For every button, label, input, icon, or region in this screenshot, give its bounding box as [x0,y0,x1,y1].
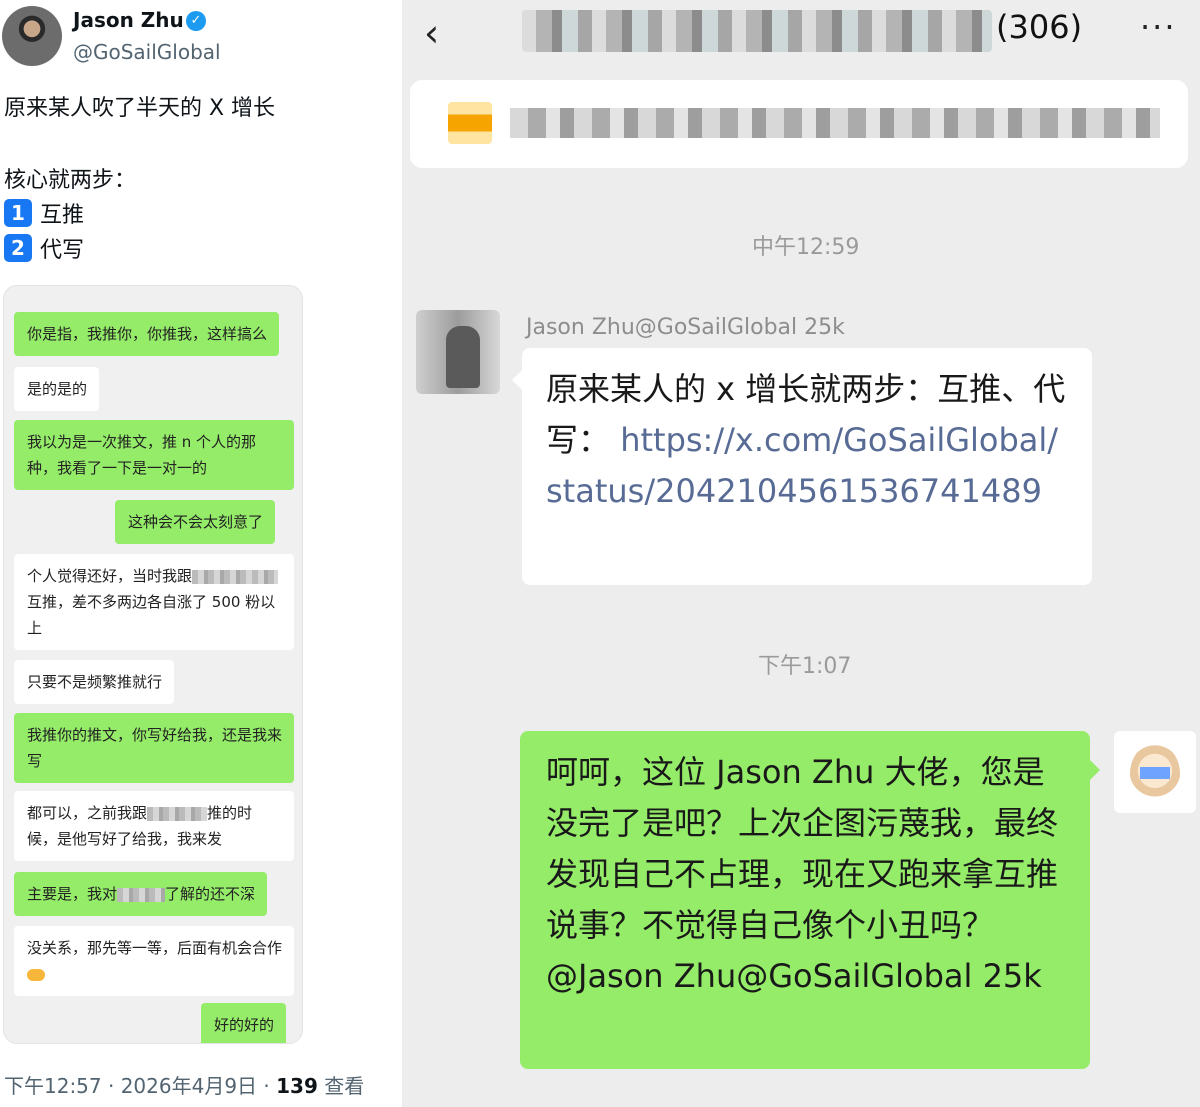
received-message-bubble[interactable]: 原来某人的 x 增长就两步：互推、代写： https://x.com/GoSai… [522,348,1092,585]
message-timestamp: 中午12:59 [752,235,860,260]
mask-icon [1140,767,1170,779]
chat-bubble-sent: 好的好的 [201,1003,287,1043]
author-avatar[interactable] [2,6,62,66]
pinned-message-bar[interactable] [410,80,1188,168]
view-count: 139 [276,1074,318,1098]
chat-screenshot-image[interactable]: 你是指，我推你，你推我，这样搞么 是的是的 我以为是一次推文，推 n 个人的那种… [3,285,303,1044]
more-options-icon[interactable]: ··· [1140,8,1177,46]
step-label: 互推 [40,203,85,228]
blurred-group-name [522,10,992,52]
chat-bubble-received: 都可以，之前我跟 推的时候，是他写好了给我，我来发 [14,791,294,861]
message-text: 了解的还不深 [165,885,256,903]
sender-avatar[interactable] [416,310,500,394]
views-label[interactable]: 查看 [318,1074,364,1098]
chat-bubble-received: 是的是的 [14,367,100,411]
message-text: 都可以，之前我跟 [27,804,148,822]
tweet-timestamp[interactable]: 下午12:57 · 2026年4月9日 · [4,1074,276,1098]
chat-bubble-sent: 我推你的推文，你写好给我，还是我来写 [14,713,294,783]
author-handle[interactable]: @GoSailGlobal [73,40,221,64]
chat-bubble-received: 只要不是频繁推就行 [14,660,175,704]
tweet-text-line1: 原来某人吹了半天的 X 增长 [4,96,276,121]
author-name[interactable]: Jason Zhu [73,8,184,32]
sent-message-bubble[interactable]: 呵呵，这位 Jason Zhu 大佬，您是没完了是吧？上次企图污蔑我，最终发现自… [520,731,1090,1069]
announcement-icon [448,102,492,144]
sender-name: Jason Zhu@GoSailGlobal 25k [526,315,845,340]
handshake-emoji-icon [27,968,45,981]
step-label: 代写 [40,238,85,263]
blurred-name [192,569,253,584]
blurred-pinned-text [510,108,1160,138]
tweet-step-2: 2 代写 [4,232,84,264]
blurred-person-icon [446,326,480,388]
chat-bubble-sent: 你是指，我推你，你推我，这样搞么 [14,312,280,356]
blurred-name [252,569,279,584]
blurred-name [117,887,166,902]
chat-bubble-received: 个人觉得还好，当时我跟互推，差不多两边各自涨了 500 粉以上 [14,554,294,650]
bubble-tail [1090,760,1100,780]
bubble-tail [512,370,522,390]
message-timestamp: 下午1:07 [758,654,852,679]
tweet-meta: 下午12:57 · 2026年4月9日 · 139 查看 [4,1070,364,1099]
wechat-panel: ‹ (306) ··· 中午12:59 Jason Zhu@GoSailGlob… [402,0,1200,1107]
chat-bubble-received: 没关系，那先等一等，后面有机会合作 [14,926,294,996]
keycap-2-icon: 2 [4,234,32,262]
message-link[interactable]: https://x.com/GoSailGlobal/status/204210… [546,421,1058,510]
member-count: (306) [996,8,1083,46]
chat-bubble-sent: 这种会不会太刻意了 [115,500,276,544]
my-avatar[interactable] [1114,731,1196,813]
chat-bubble-sent: 我以为是一次推文，推 n 个人的那种，我看了一下是一对一的 [14,420,294,490]
verified-badge-icon: ✓ [186,11,206,31]
tweet-text-line2: 核心就两步： [4,168,137,193]
message-text: 主要是，我对 [27,885,118,903]
blurred-name [147,806,208,821]
message-text: 没关系，那先等一等，后面有机会合作 [27,939,283,957]
keycap-1-icon: 1 [4,199,32,227]
chat-bubble-sent: 主要是，我对 了解的还不深 [14,872,268,916]
back-chevron-icon[interactable]: ‹ [424,14,439,52]
message-text: 个人觉得还好，当时我跟 [27,567,193,585]
tweet-panel: Jason Zhu ✓ @GoSailGlobal 原来某人吹了半天的 X 增长… [0,0,402,1107]
tweet-step-1: 1 互推 [4,197,84,229]
message-text: 互推，差不多两边各自涨了 500 粉以上 [27,593,276,637]
